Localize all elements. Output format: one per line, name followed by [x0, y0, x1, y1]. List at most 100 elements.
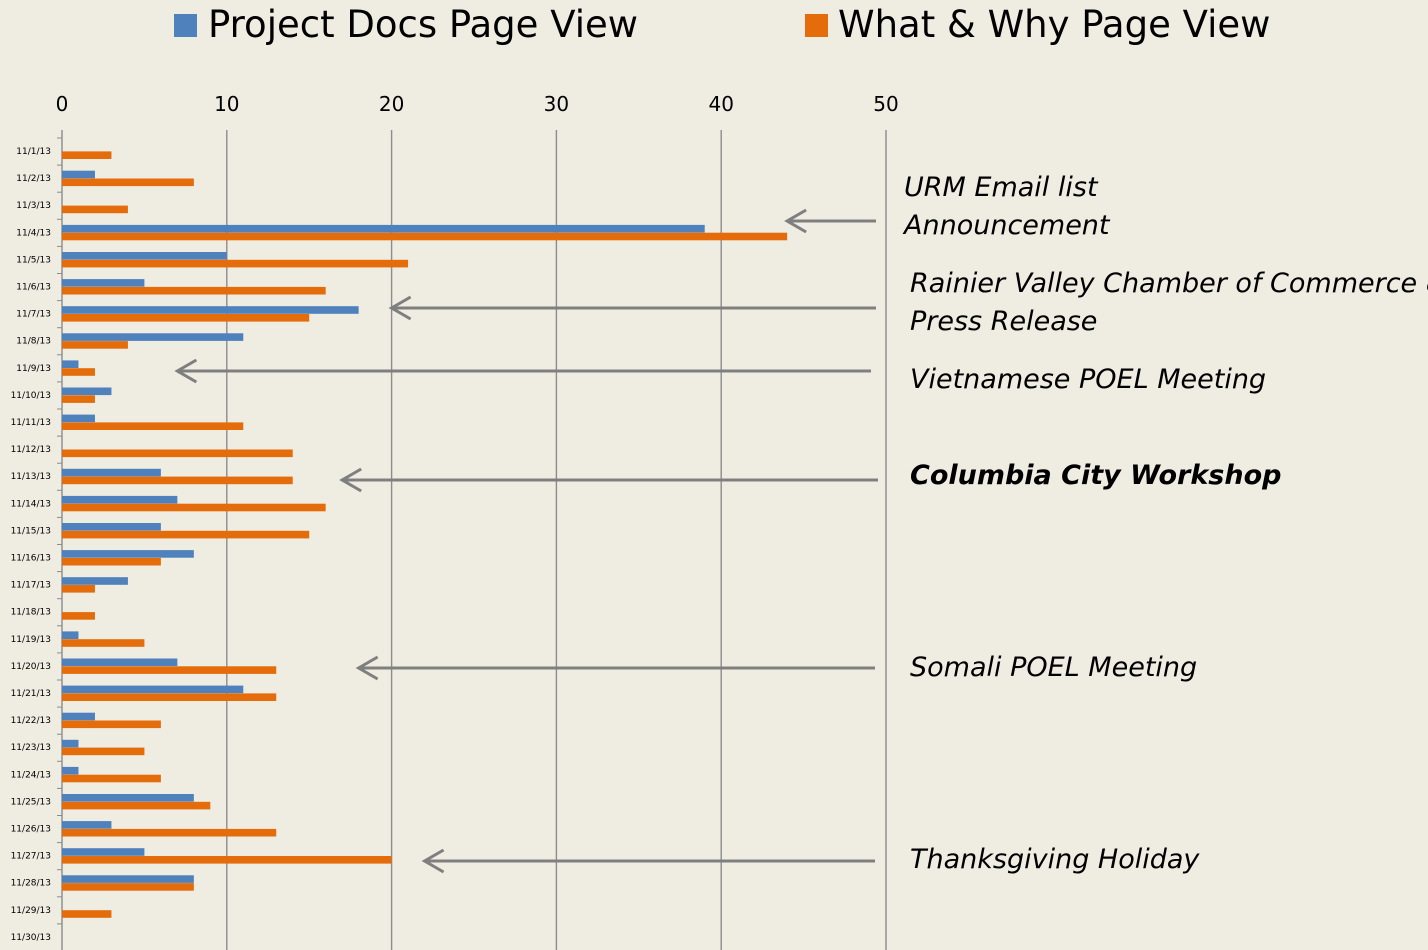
bar-project-docs-11/10/13	[62, 387, 112, 396]
bar-what-why-11/27/13	[62, 856, 392, 864]
bar-project-docs-11/15/13	[62, 523, 161, 531]
bar-what-why-11/21/13	[62, 693, 277, 701]
bar-what-why-11/20/13	[62, 666, 277, 674]
y-axis: 11/1/13 11/2/13 11/3/13 11/4/13 11/5/13 11/6/…	[11, 130, 63, 950]
x-axis-ticks: 0 10 20 30 40 50	[56, 92, 899, 116]
y-tick-label: 11/7/13	[16, 310, 51, 320]
annotation-label-0: Announcement	[902, 210, 1111, 241]
bar-project-docs-11/24/13	[62, 766, 79, 775]
annotations: URM Email list Announcement Rainier Valley…	[174, 172, 1428, 875]
bar-project-docs-11/17/13	[62, 577, 128, 585]
bar-project-docs-11/27/13	[62, 848, 145, 856]
x-tick-label-30: 30	[544, 92, 569, 116]
gridlines	[226, 130, 887, 950]
y-tick-label: 11/5/13	[16, 255, 51, 265]
bar-project-docs-11/25/13	[62, 794, 194, 802]
bar-project-docs-11/13/13	[62, 468, 161, 477]
bar-what-why-11/6/13	[62, 286, 326, 295]
bar-what-why-11/24/13	[62, 774, 161, 783]
y-tick-label: 11/24/13	[11, 770, 51, 780]
y-tick-label: 11/11/13	[11, 418, 51, 428]
annotation-label-5: Thanksgiving Holiday	[910, 844, 1200, 875]
y-tick-label: 11/8/13	[16, 337, 51, 347]
bar-project-docs-11/28/13	[62, 875, 194, 883]
bar-what-why-11/26/13	[62, 828, 277, 837]
bar-what-why-11/1/13	[62, 151, 112, 159]
y-tick-label: 11/14/13	[11, 499, 51, 509]
bar-what-why-11/18/13	[62, 612, 95, 620]
bar-what-why-11/13/13	[62, 476, 293, 485]
bar-what-why-11/12/13	[62, 449, 293, 458]
bar-project-docs-11/22/13	[62, 712, 95, 721]
annotation-label-1: Press Release	[910, 306, 1097, 337]
bar-project-docs-11/6/13	[62, 279, 145, 287]
bar-project-docs-11/26/13	[62, 821, 112, 829]
y-tick-label: 11/29/13	[11, 906, 51, 916]
y-tick-label: 11/30/13	[11, 933, 51, 943]
y-tick-label: 11/4/13	[16, 228, 51, 238]
bar-what-why-11/15/13	[62, 530, 310, 539]
annotation-label-1: Rainier Valley Chamber of Commerce &	[910, 268, 1428, 299]
bar-what-why-11/23/13	[62, 747, 145, 756]
bar-project-docs-11/23/13	[62, 739, 79, 748]
x-tick-label-0: 0	[56, 92, 69, 116]
bar-project-docs-11/21/13	[62, 685, 244, 694]
bar-what-why-11/16/13	[62, 557, 161, 566]
y-tick-label: 11/15/13	[11, 526, 51, 536]
bar-what-why-11/9/13	[62, 368, 95, 376]
y-tick-label: 11/6/13	[16, 283, 51, 293]
annotation-label-3: Columbia City Workshop	[910, 460, 1281, 491]
y-tick-label: 11/17/13	[11, 581, 51, 591]
y-tick-label: 11/22/13	[11, 716, 51, 726]
bar-what-why-11/10/13	[62, 395, 95, 403]
y-tick-label: 11/20/13	[11, 662, 51, 672]
y-tick-label: 11/1/13	[16, 147, 51, 157]
bar-project-docs-11/14/13	[62, 495, 178, 504]
y-tick-label: 11/9/13	[16, 364, 51, 374]
bar-project-docs-11/7/13	[62, 306, 359, 314]
y-tick-label: 11/2/13	[16, 174, 51, 184]
bar-project-docs-11/9/13	[62, 360, 79, 368]
y-tick-label: 11/13/13	[11, 472, 51, 482]
legend: Project Docs Page View What & Why Page Vi…	[174, 3, 1270, 46]
chart-canvas: Project Docs Page View What & Why Page Vi…	[11, 3, 1428, 950]
bar-project-docs-11/19/13	[62, 631, 79, 639]
legend-what-why-label: What & Why Page View	[838, 3, 1270, 46]
bar-project-docs-11/16/13	[62, 550, 194, 558]
annotation-label-0: URM Email list	[904, 172, 1099, 203]
bar-what-why-11/7/13	[62, 314, 310, 322]
bar-what-why-11/29/13	[62, 910, 112, 918]
y-tick-label: 11/27/13	[11, 852, 51, 862]
bar-project-docs-11/11/13	[62, 414, 95, 423]
annotation-label-2: Vietnamese POEL Meeting	[910, 364, 1266, 395]
annotation-label-4: Somali POEL Meeting	[910, 652, 1197, 683]
bar-project-docs-11/8/13	[62, 333, 244, 341]
y-tick-label: 11/10/13	[11, 391, 51, 401]
y-tick-label: 11/25/13	[11, 797, 51, 807]
y-tick-label: 11/26/13	[11, 825, 51, 835]
y-tick-label: 11/28/13	[11, 879, 51, 889]
bar-what-why-11/4/13	[62, 232, 788, 241]
bar-project-docs-11/5/13	[62, 252, 227, 260]
y-tick-label: 11/21/13	[11, 689, 51, 699]
legend-what-why-swatch	[805, 14, 828, 37]
bar-what-why-11/19/13	[62, 639, 145, 647]
y-tick-label: 11/16/13	[11, 554, 51, 564]
y-tick-label: 11/3/13	[16, 201, 51, 211]
y-tick-label: 11/23/13	[11, 743, 51, 753]
bar-project-docs-11/2/13	[62, 170, 95, 179]
bar-project-docs-11/4/13	[62, 224, 705, 233]
bar-what-why-11/22/13	[62, 720, 161, 729]
y-tick-label: 11/18/13	[11, 608, 51, 618]
legend-project-docs-label: Project Docs Page View	[208, 3, 638, 46]
y-tick-label: 11/19/13	[11, 635, 51, 645]
bar-what-why-11/25/13	[62, 801, 211, 810]
bar-what-why-11/3/13	[62, 205, 128, 214]
bar-project-docs-11/20/13	[62, 658, 178, 667]
bar-what-why-11/11/13	[62, 422, 244, 430]
x-tick-label-50: 50	[873, 92, 898, 116]
bar-what-why-11/8/13	[62, 341, 128, 349]
bar-what-why-11/5/13	[62, 259, 409, 268]
y-tick-label: 11/12/13	[11, 445, 51, 455]
bar-what-why-11/14/13	[62, 503, 326, 512]
